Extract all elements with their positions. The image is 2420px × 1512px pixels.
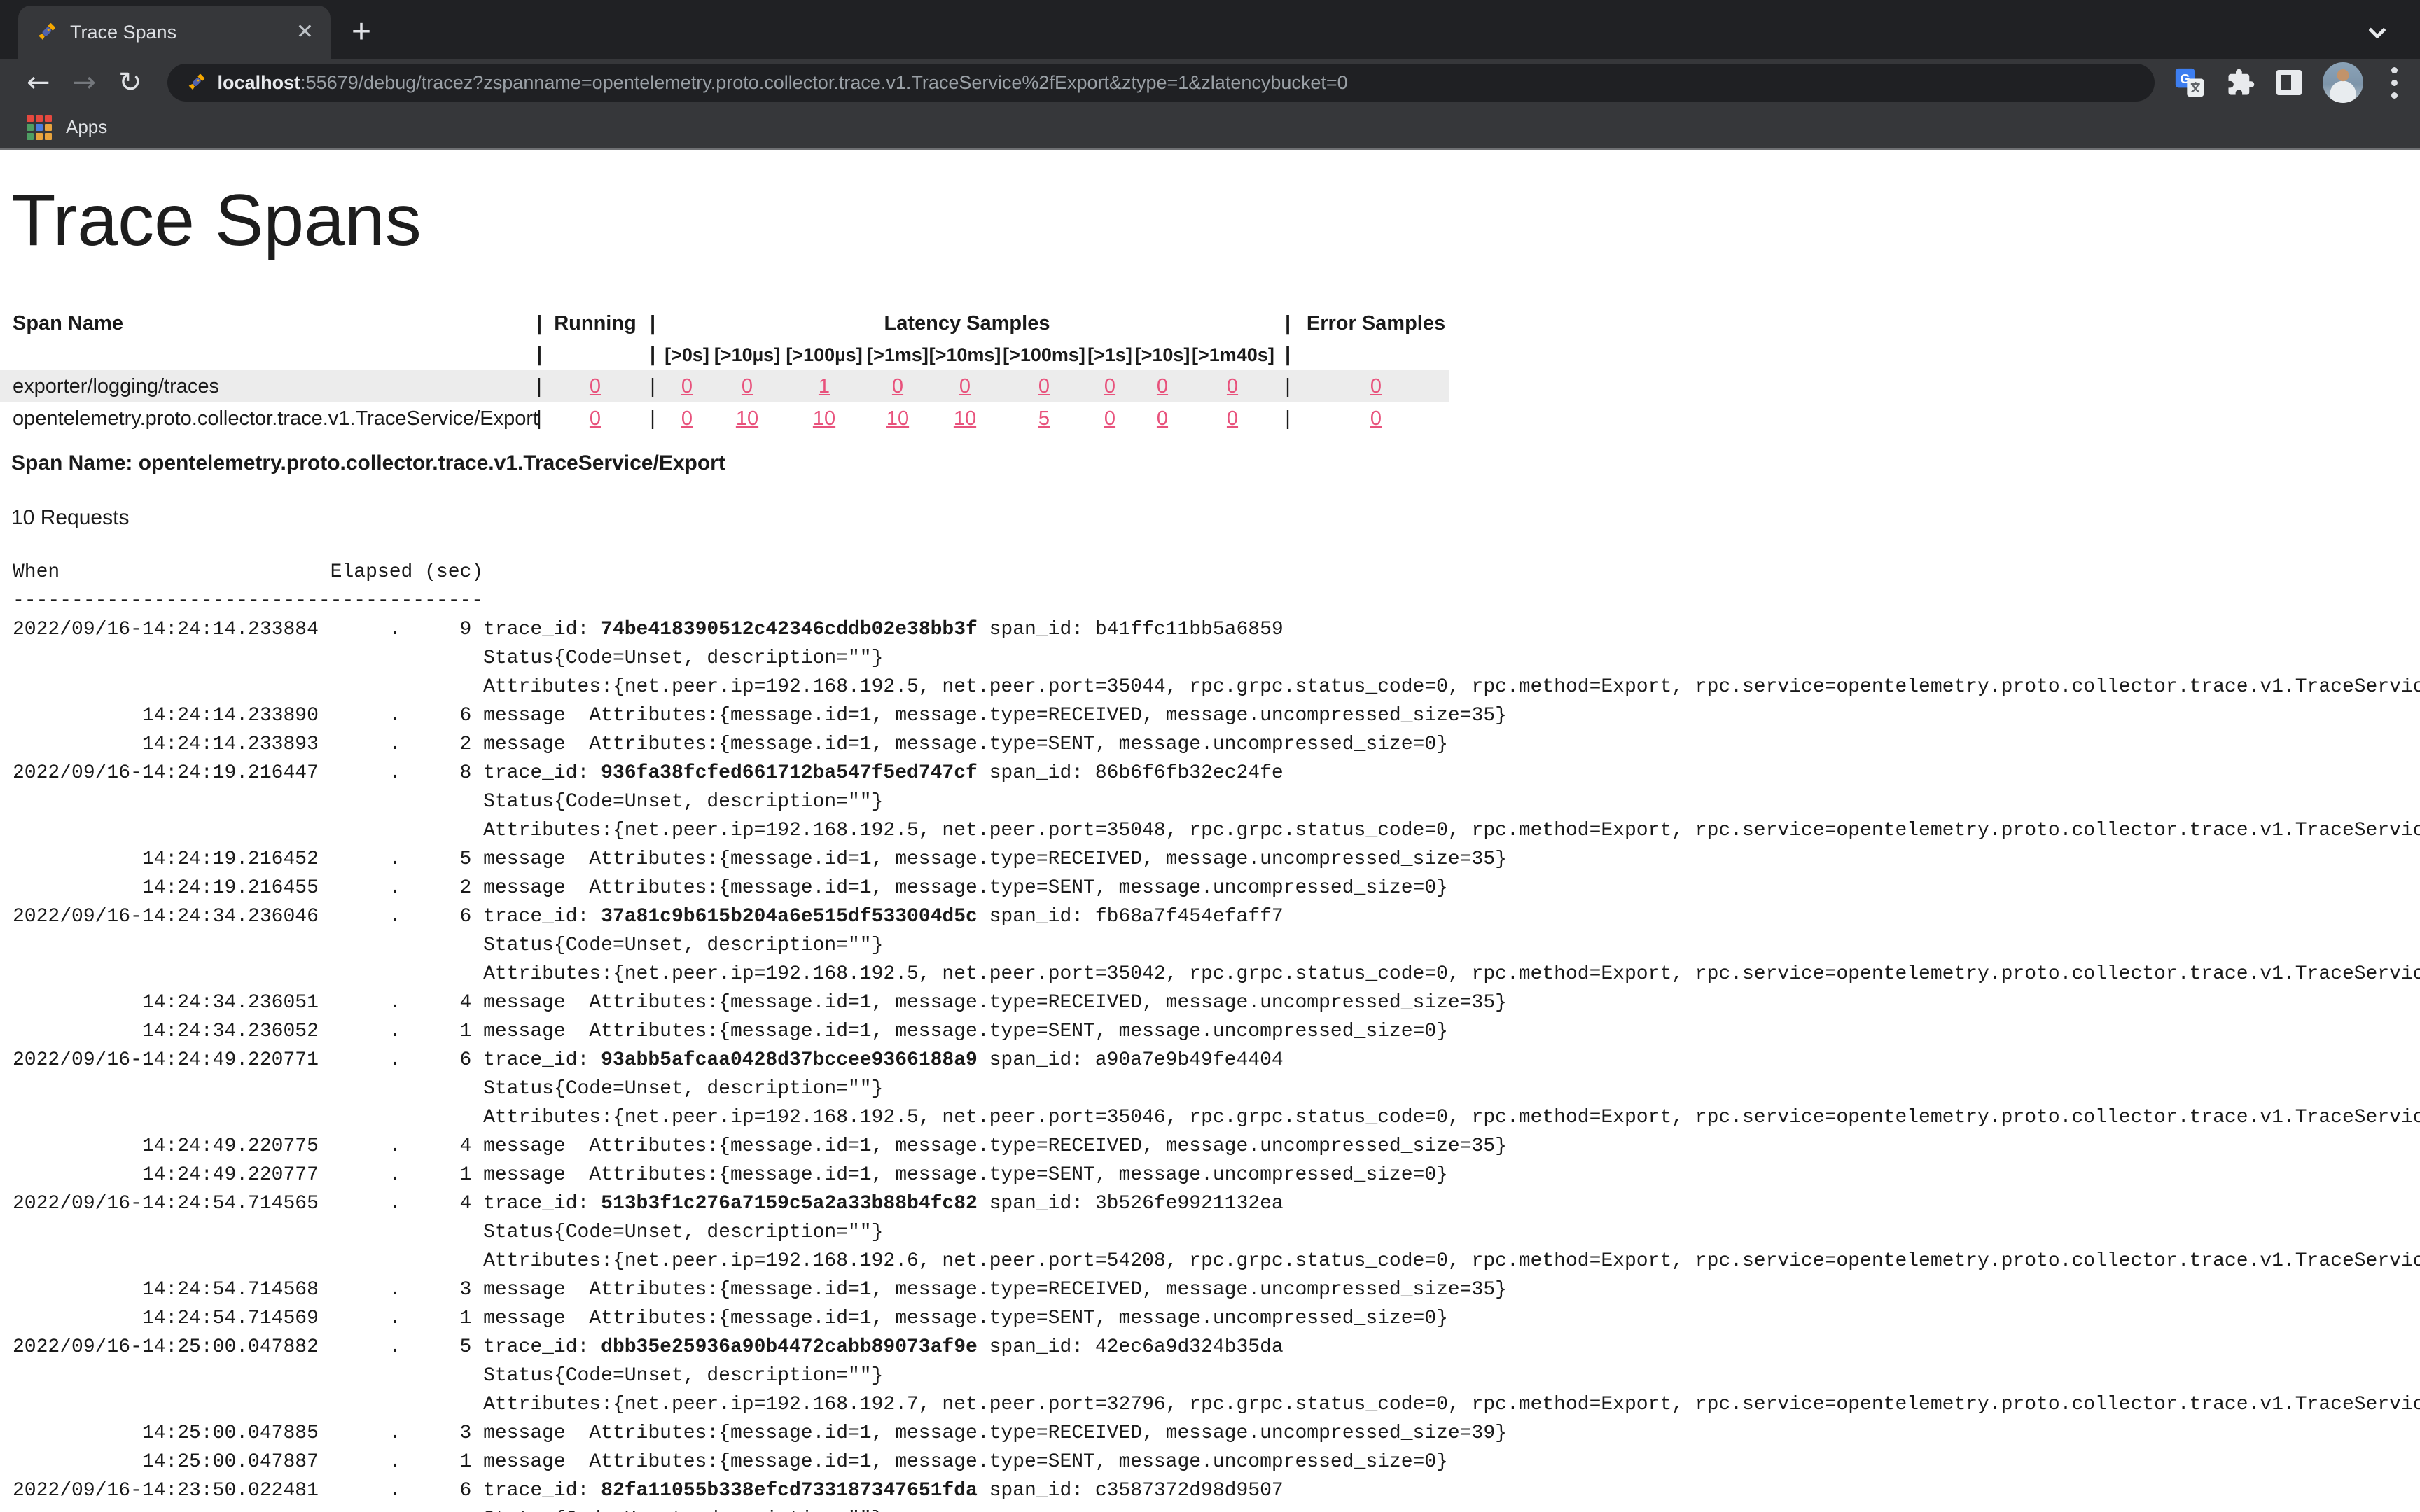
latency-count-link[interactable]: 0 [1227,407,1238,430]
translate-icon[interactable]: G [2174,67,2205,98]
browser-menu-icon[interactable] [2384,67,2405,99]
latency-count-link[interactable]: 10 [886,407,909,430]
bookmark-apps[interactable]: Apps [66,116,107,138]
url-host: localhost [218,72,301,93]
latency-count-link[interactable]: 0 [681,407,693,430]
reload-icon[interactable]: ↻ [118,69,142,97]
col-latency-samples: Latency Samples [661,307,1273,340]
separator: | [532,370,546,402]
selected-span-label: Span Name: opentelemetry.proto.collector… [11,451,2420,475]
error-count-link[interactable]: 0 [1370,407,1382,430]
latency-count-link[interactable]: 0 [1104,375,1115,398]
opentelemetry-favicon [35,21,57,43]
separator: | [644,340,661,370]
avatar[interactable] [2323,62,2363,103]
bucket-label: [>0s] [661,340,713,370]
latency-count-link[interactable]: 10 [813,407,835,430]
toolbar-actions: G [2174,62,2405,103]
browser-tab[interactable]: Trace Spans ✕ [18,6,331,59]
latency-count-link[interactable]: 0 [1038,375,1050,398]
trace-log-header: When Elapsed (sec) [13,558,2420,587]
latency-count-link[interactable]: 0 [959,375,971,398]
bucket-label: [>10ms] [929,340,1001,370]
bookmarks-bar: Apps [0,106,2420,150]
latency-count-link[interactable]: 0 [1157,375,1168,398]
span-name-cell: opentelemetry.proto.collector.trace.v1.T… [0,402,532,435]
back-icon[interactable]: ← [27,69,50,97]
apps-grid-icon[interactable] [27,115,52,140]
side-panel-icon[interactable] [2276,70,2302,95]
latency-count-link[interactable]: 5 [1038,407,1050,430]
bucket-label: [>100ms] [1001,340,1087,370]
latency-count-link[interactable]: 0 [681,375,693,398]
tracez-page: Trace Spans Span Name | Running | Latenc… [0,179,2420,1512]
separator: | [1273,402,1302,435]
table-row: exporter/logging/traces | 0 | 0 0 1 0 0 … [0,370,1449,402]
separator: | [644,402,661,435]
browser-toolbar: ← → ↻ localhost:55679/debug/tracez?zspan… [0,59,2420,106]
extensions-icon[interactable] [2226,68,2255,97]
trace-log-divider: ---------------------------------------- [13,587,2420,615]
bucket-label: [>10µs] [713,340,781,370]
separator: | [532,340,546,370]
separator: | [644,370,661,402]
trace-log-body: 2022/09/16-14:24:14.233884 . 9 trace_id:… [13,615,2420,1512]
latency-buckets-row: | | [>0s] [>10µs] [>100µs] [>1ms] [>10ms… [0,340,1449,370]
latency-count-link[interactable]: 0 [742,375,753,398]
trace-log: When Elapsed (sec)----------------------… [13,558,2420,1512]
latency-count-link[interactable]: 10 [954,407,976,430]
forward-icon[interactable]: → [73,69,97,97]
latency-count-link[interactable]: 1 [819,375,830,398]
latency-count-link[interactable]: 0 [1104,407,1115,430]
summary-header-row: Span Name | Running | Latency Samples | … [0,307,1449,340]
requests-count: 10 Requests [11,506,2420,530]
tab-title: Trace Spans [70,22,284,43]
bucket-label: [>10s] [1133,340,1192,370]
running-count-link[interactable]: 0 [590,375,601,398]
url-path: :55679/debug/tracez?zspanname=openteleme… [300,72,1348,93]
bucket-label: [>1s] [1087,340,1133,370]
url-text: localhost:55679/debug/tracez?zspanname=o… [218,72,1348,94]
separator: | [532,307,546,340]
running-count-link[interactable]: 0 [590,407,601,430]
separator: | [1273,340,1302,370]
tab-close-icon[interactable]: ✕ [296,22,314,43]
new-tab-icon[interactable]: + [352,15,371,49]
span-summary-table: Span Name | Running | Latency Samples | … [0,307,1449,435]
bucket-label: [>1ms] [867,340,929,370]
col-error-samples: Error Samples [1302,307,1449,340]
tab-strip: Trace Spans ✕ + [0,0,2420,59]
span-name-cell: exporter/logging/traces [0,370,532,402]
col-running: Running [546,307,644,340]
error-count-link[interactable]: 0 [1370,375,1382,398]
tab-strip-chevron-icon[interactable] [2368,21,2386,38]
separator: | [1273,307,1302,340]
bucket-label: [>1m40s] [1192,340,1273,370]
separator: | [1273,370,1302,402]
opentelemetry-favicon-small [186,72,207,93]
bucket-label: [>100µs] [781,340,867,370]
page-title: Trace Spans [11,179,2420,262]
col-span-name: Span Name [0,307,532,340]
latency-count-link[interactable]: 0 [1227,375,1238,398]
latency-count-link[interactable]: 10 [736,407,758,430]
separator: | [644,307,661,340]
table-row: opentelemetry.proto.collector.trace.v1.T… [0,402,1449,435]
latency-count-link[interactable]: 0 [1157,407,1168,430]
url-bar[interactable]: localhost:55679/debug/tracez?zspanname=o… [167,64,2155,102]
latency-count-link[interactable]: 0 [892,375,903,398]
